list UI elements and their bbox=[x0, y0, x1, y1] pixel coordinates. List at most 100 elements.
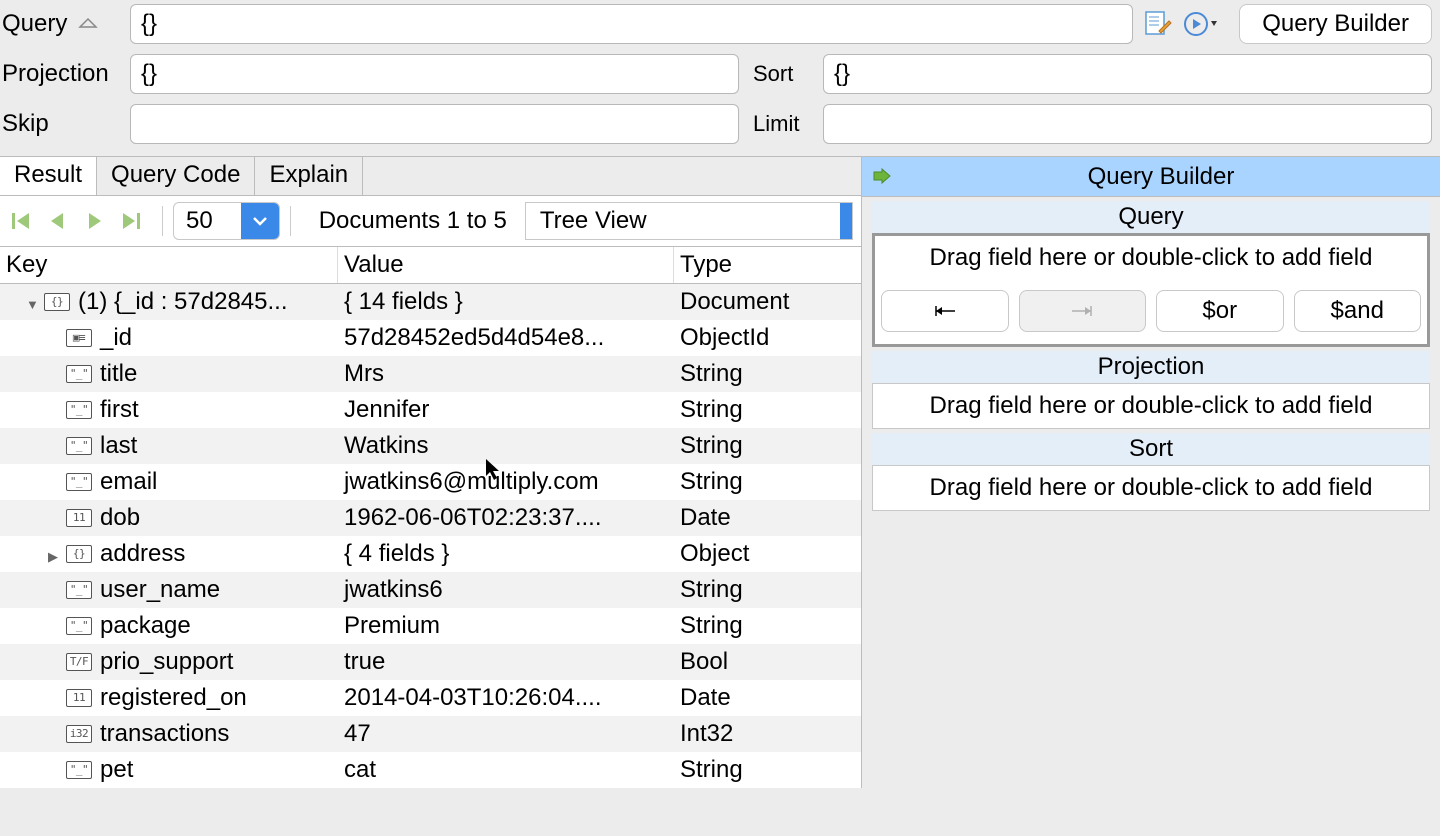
tree-row[interactable]: i32transactions47Int32 bbox=[0, 716, 861, 752]
sort-label: Sort bbox=[753, 61, 823, 87]
field-type-icon: "_" bbox=[66, 401, 92, 419]
field-key: registered_on bbox=[100, 684, 247, 712]
disclosure-right-icon[interactable] bbox=[48, 540, 64, 568]
field-type: String bbox=[674, 360, 861, 388]
field-key: prio_support bbox=[100, 648, 233, 676]
query-builder-button[interactable]: Query Builder bbox=[1239, 4, 1432, 44]
tree-row[interactable]: ▣≡_id57d28452ed5d4d54e8...ObjectId bbox=[0, 320, 861, 356]
tree-row[interactable]: T/F prio_support trueBool bbox=[0, 644, 861, 680]
view-mode-select[interactable]: Tree View bbox=[525, 202, 853, 240]
tree-row[interactable]: 11 dob 1962-06-06T02:23:37....Date bbox=[0, 500, 861, 536]
field-type: String bbox=[674, 756, 861, 784]
field-value: { 14 fields } bbox=[338, 288, 674, 316]
field-value: jwatkins6@multiply.com bbox=[338, 468, 674, 496]
qb-sort-dropzone[interactable]: Drag field here or double-click to add f… bbox=[872, 465, 1430, 511]
field-key: user_name bbox=[100, 576, 220, 604]
tree-row[interactable]: "_"petcatString bbox=[0, 752, 861, 788]
qb-indent-button bbox=[1019, 290, 1147, 332]
sort-input[interactable] bbox=[823, 54, 1432, 94]
field-key: dob bbox=[100, 504, 140, 532]
chevron-down-icon bbox=[241, 202, 279, 240]
edit-icon[interactable] bbox=[1143, 9, 1173, 39]
field-value: { 4 fields } bbox=[338, 540, 674, 568]
tree-row[interactable]: "_"firstJenniferString bbox=[0, 392, 861, 428]
field-value: Jennifer bbox=[338, 396, 674, 424]
qb-section-query: Query bbox=[872, 201, 1430, 233]
field-type-icon: T/F bbox=[66, 653, 92, 671]
tab-result[interactable]: Result bbox=[0, 157, 97, 195]
field-type-icon: "_" bbox=[66, 473, 92, 491]
disclosure-down-icon[interactable] bbox=[26, 288, 42, 316]
field-value: 57d28452ed5d4d54e8... bbox=[338, 324, 674, 352]
field-type: Date bbox=[674, 684, 861, 712]
limit-input[interactable] bbox=[823, 104, 1432, 144]
field-type: String bbox=[674, 432, 861, 460]
field-value: jwatkins6 bbox=[338, 576, 674, 604]
tree-row[interactable]: {}(1) {_id : 57d2845...{ 14 fields }Docu… bbox=[0, 284, 861, 320]
field-type: Date bbox=[674, 504, 861, 532]
tab-explain[interactable]: Explain bbox=[255, 157, 363, 195]
qb-query-dropzone[interactable]: Drag field here or double-click to add f… bbox=[875, 236, 1427, 280]
field-type-icon: {} bbox=[44, 293, 70, 311]
field-type-icon: i32 bbox=[66, 725, 92, 743]
tree-row[interactable]: "_"user_namejwatkins6String bbox=[0, 572, 861, 608]
field-key: (1) {_id : 57d2845... bbox=[78, 288, 287, 316]
field-type: ObjectId bbox=[674, 324, 861, 352]
qb-section-projection: Projection bbox=[872, 351, 1430, 383]
collapse-up-icon[interactable] bbox=[78, 17, 100, 31]
projection-input[interactable] bbox=[130, 54, 739, 94]
field-key: _id bbox=[100, 324, 132, 352]
qb-outdent-button[interactable] bbox=[881, 290, 1009, 332]
field-type: Int32 bbox=[674, 720, 861, 748]
tree-row[interactable]: {}address{ 4 fields }Object bbox=[0, 536, 861, 572]
field-type-icon: "_" bbox=[66, 581, 92, 599]
qb-and-button[interactable]: $and bbox=[1294, 290, 1422, 332]
field-type: String bbox=[674, 468, 861, 496]
last-page-icon[interactable] bbox=[116, 207, 144, 235]
field-key: package bbox=[100, 612, 191, 640]
skip-input[interactable] bbox=[130, 104, 739, 144]
page-size-select[interactable]: 50 bbox=[173, 202, 280, 240]
field-value: cat bbox=[338, 756, 674, 784]
field-value: Mrs bbox=[338, 360, 674, 388]
query-input[interactable] bbox=[130, 4, 1133, 44]
qb-projection-dropzone[interactable]: Drag field here or double-click to add f… bbox=[872, 383, 1430, 429]
qb-section-sort: Sort bbox=[872, 433, 1430, 465]
first-page-icon[interactable] bbox=[8, 207, 36, 235]
tree-row[interactable]: "_" last WatkinsString bbox=[0, 428, 861, 464]
field-value: 1962-06-06T02:23:37.... bbox=[338, 504, 674, 532]
field-key: last bbox=[100, 432, 137, 460]
field-key: pet bbox=[100, 756, 133, 784]
field-type-icon: {} bbox=[66, 545, 92, 563]
qb-or-button[interactable]: $or bbox=[1156, 290, 1284, 332]
field-type-icon: "_" bbox=[66, 617, 92, 635]
view-mode-value: Tree View bbox=[540, 207, 647, 235]
tree-row[interactable]: "_" email jwatkins6@multiply.comString bbox=[0, 464, 861, 500]
field-type-icon: "_" bbox=[66, 437, 92, 455]
field-type: String bbox=[674, 396, 861, 424]
field-type: Bool bbox=[674, 648, 861, 676]
field-type-icon: 11 bbox=[66, 509, 92, 527]
skip-label: Skip bbox=[0, 110, 130, 138]
field-type-icon: 11 bbox=[66, 689, 92, 707]
field-value: true bbox=[338, 648, 674, 676]
tab-query-code[interactable]: Query Code bbox=[97, 157, 255, 195]
prev-page-icon[interactable] bbox=[44, 207, 72, 235]
run-icon[interactable] bbox=[1183, 9, 1217, 39]
field-key: email bbox=[100, 468, 157, 496]
field-type: String bbox=[674, 612, 861, 640]
field-type-icon: "_" bbox=[66, 365, 92, 383]
query-builder-header: Query Builder bbox=[862, 157, 1440, 197]
column-header-type: Type bbox=[674, 247, 861, 283]
next-page-icon[interactable] bbox=[80, 207, 108, 235]
tree-row[interactable]: "_"packagePremiumString bbox=[0, 608, 861, 644]
field-value: 47 bbox=[338, 720, 674, 748]
limit-label: Limit bbox=[753, 111, 823, 137]
apply-arrow-icon[interactable] bbox=[872, 164, 892, 190]
tree-row[interactable]: "_"titleMrsString bbox=[0, 356, 861, 392]
field-value: Watkins bbox=[338, 432, 674, 460]
field-value: 2014-04-03T10:26:04.... bbox=[338, 684, 674, 712]
page-size-value: 50 bbox=[174, 207, 241, 235]
field-type: Object bbox=[674, 540, 861, 568]
tree-row[interactable]: 11 registered_on 2014-04-03T10:26:04....Da… bbox=[0, 680, 861, 716]
